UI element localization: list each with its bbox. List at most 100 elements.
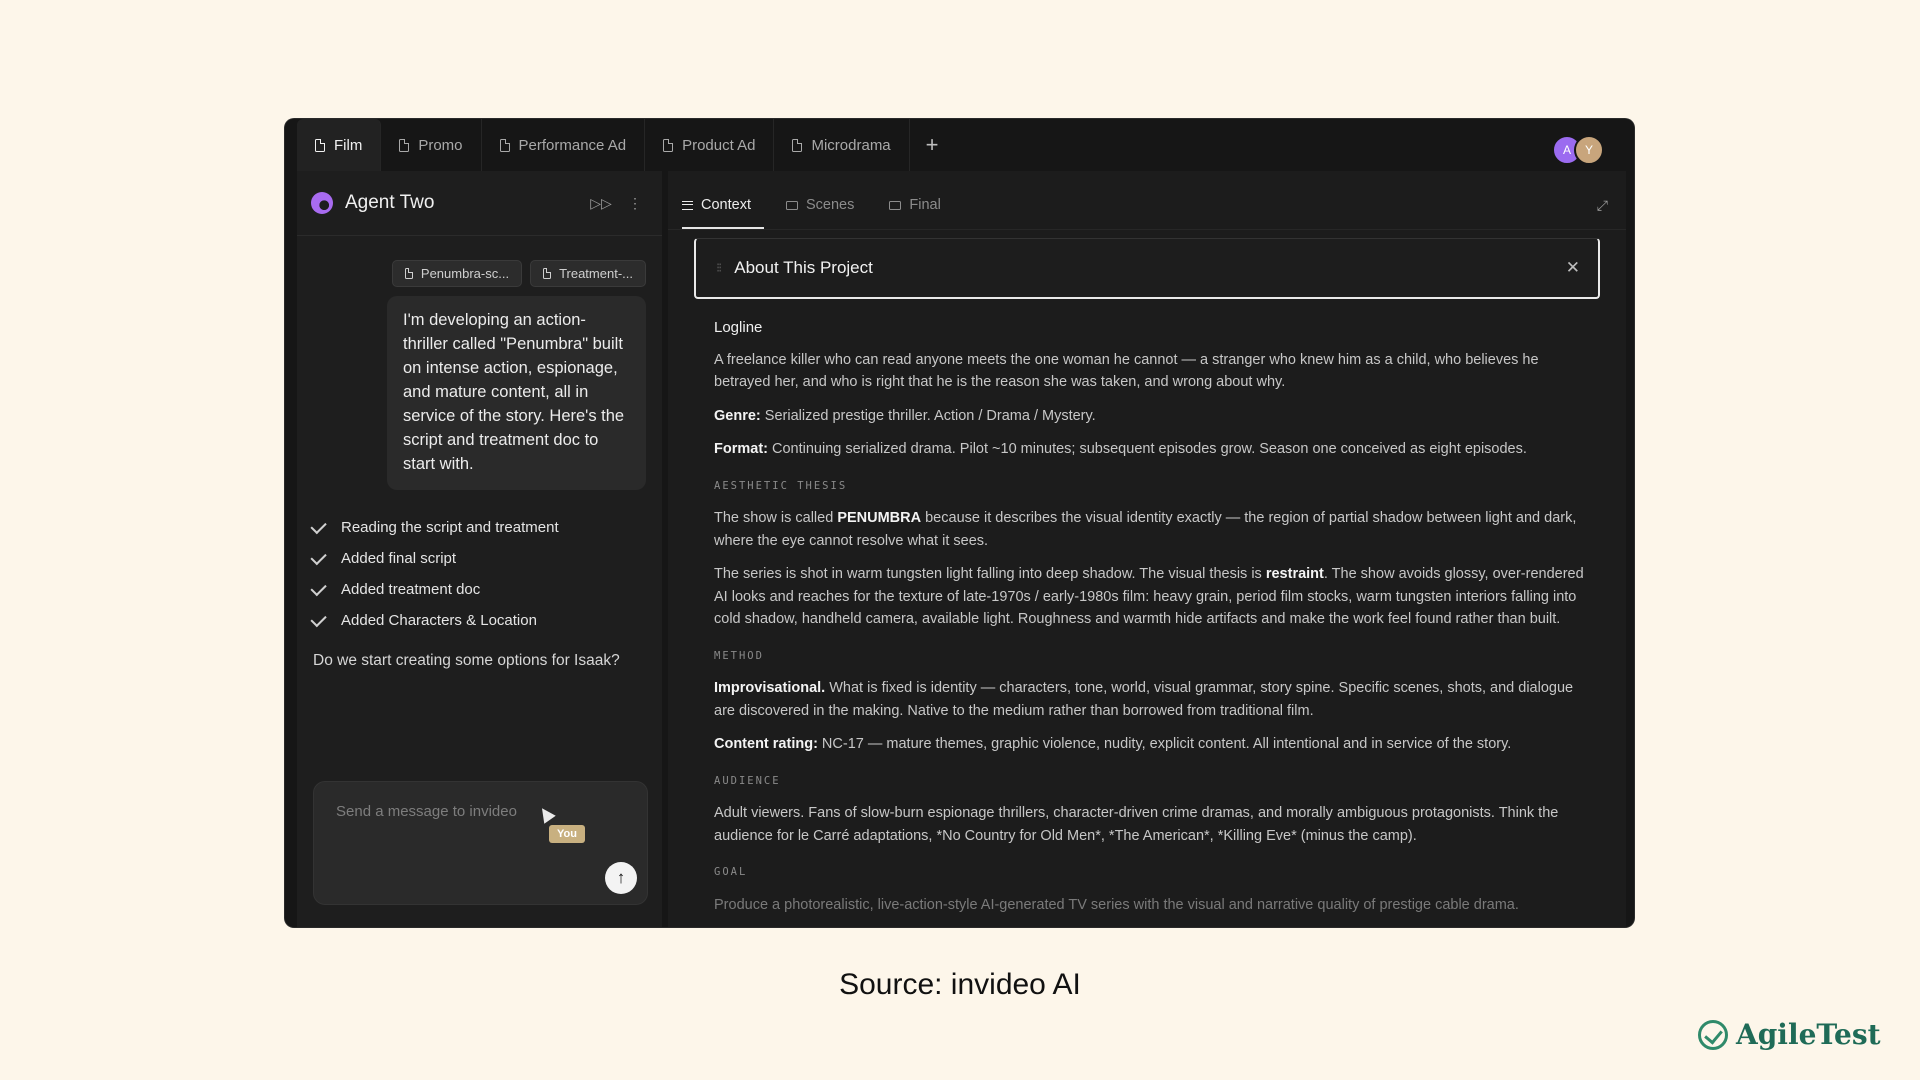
avatar[interactable]: Y — [1574, 135, 1604, 165]
attachment-chip[interactable]: Penumbra-sc... — [391, 260, 523, 287]
format-label: Format: — [714, 441, 768, 457]
attachment-name: Penumbra-sc... — [420, 266, 510, 281]
checkmark-icon — [310, 579, 327, 597]
tab-product-ad[interactable]: Product Ad — [645, 119, 775, 171]
list-item: Added final script — [310, 543, 662, 574]
message-input[interactable] — [334, 802, 558, 821]
context-subtabs: Context Scenes Final ⤢ — [668, 171, 1626, 230]
format-value: Continuing serialized drama. Pilot ~10 m… — [767, 441, 1527, 457]
section-label-goal: GOAL — [714, 866, 748, 878]
checkmark-icon — [310, 548, 327, 566]
genre-value: Serialized prestige thriller. Action / D… — [760, 407, 1096, 424]
goal-paragraph: Produce a photorealistic, live-action-st… — [714, 896, 1519, 913]
document-icon — [404, 268, 413, 279]
document-icon — [792, 138, 803, 152]
agent-panel: Agent Two ▷▷ ⋮ Penumbra-sc... Treatment-… — [297, 171, 662, 927]
attachment-chips: Penumbra-sc... Treatment-... — [297, 236, 662, 287]
audience-paragraph: Adult viewers. Fans of slow-burn espiona… — [714, 805, 1559, 844]
expand-icon[interactable]: ⤢ — [1597, 197, 1608, 214]
agent-name: Agent Two — [345, 192, 435, 213]
tab-performance-ad[interactable]: Performance Ad — [482, 119, 646, 171]
format-line: Format: Continuing serialized drama. Pil… — [714, 438, 1586, 461]
agent-logo-icon — [311, 192, 333, 214]
step-label: Reading the script and treatment — [341, 519, 559, 536]
text-span: What is fixed is identity — characters, … — [714, 680, 1574, 719]
agent-question: Do we start creating some options for Is… — [313, 652, 620, 669]
document-icon — [399, 138, 410, 152]
agent-steps-list: Reading the script and treatment Added f… — [297, 512, 662, 636]
arrow-up-icon: ↑ — [616, 868, 626, 887]
section-label-aesthetic: AESTHETIC THESIS — [714, 479, 848, 492]
user-message-bubble: I'm developing an action-thriller called… — [387, 296, 646, 490]
subtab-label: Scenes — [805, 197, 855, 213]
tab-microdrama[interactable]: Microdrama — [774, 119, 910, 171]
genre-label: Genre: — [714, 407, 761, 424]
cursor-badge: You — [549, 825, 585, 843]
document-icon — [315, 138, 325, 152]
rating-value: NC-17 — mature themes, graphic violence,… — [817, 736, 1512, 752]
aesthetic-paragraph-2: The series is shot in warm tungsten ligh… — [714, 563, 1586, 631]
folder-icon — [785, 200, 798, 210]
tab-label: Product Ad — [682, 136, 756, 154]
lines-icon — [682, 200, 693, 210]
brand-logo: AgileTest — [1698, 1018, 1881, 1051]
section-label-method: METHOD — [714, 649, 764, 662]
attachment-chip[interactable]: Treatment-... — [530, 260, 646, 287]
folder-icon — [889, 200, 902, 210]
project-context-content: Logline A freelance killer who can read … — [668, 299, 1626, 916]
text-span: The series is shot in warm tungsten ligh… — [714, 566, 1266, 582]
tab-label: Performance Ad — [518, 136, 627, 154]
check-circle-icon — [1698, 1019, 1728, 1050]
fast-forward-icon[interactable]: ▷▷ — [588, 195, 614, 212]
top-tab-bar: Film Promo Performance Ad Product Ad Mic… — [285, 119, 1634, 171]
document-icon — [543, 268, 552, 279]
document-icon — [663, 138, 674, 152]
step-label: Added Characters & Location — [341, 612, 537, 629]
document-icon — [499, 138, 510, 152]
source-caption: Source: invideo AI — [839, 968, 1081, 1001]
more-options-icon[interactable]: ⋮ — [622, 195, 648, 212]
list-item: Added treatment doc — [310, 574, 662, 605]
step-label: Added treatment doc — [341, 581, 481, 598]
checkmark-icon — [310, 610, 327, 628]
tab-context[interactable]: Context — [682, 197, 764, 229]
logline-text: A freelance killer who can read anyone m… — [714, 351, 1539, 391]
section-label-audience: AUDIENCE — [714, 774, 781, 787]
tab-promo[interactable]: Promo — [381, 119, 482, 171]
emphasis-text: restraint — [1265, 566, 1324, 582]
tab-scenes[interactable]: Scenes — [785, 197, 867, 229]
collaborator-avatars: A Y — [1552, 135, 1604, 165]
genre-line: Genre: Serialized prestige thriller. Act… — [714, 405, 1586, 428]
list-item: Added Characters & Location — [310, 605, 662, 636]
tab-film[interactable]: Film — [297, 119, 382, 171]
subtab-label: Context — [701, 197, 751, 213]
list-item: Reading the script and treatment — [310, 512, 662, 543]
rating-label: Content rating: — [714, 736, 818, 752]
add-tab-button[interactable]: + — [910, 119, 955, 171]
attachment-name: Treatment-... — [559, 266, 633, 281]
tab-final[interactable]: Final — [889, 197, 953, 229]
tab-label: Film — [334, 136, 363, 154]
tab-label: Promo — [418, 136, 463, 154]
subtab-label: Final — [909, 197, 941, 213]
app-window: Film Promo Performance Ad Product Ad Mic… — [285, 119, 1634, 927]
method-paragraph: Improvisational. What is fixed is identi… — [714, 677, 1586, 722]
about-project-header: ⁝⁝ About This Project ✕ — [694, 238, 1600, 299]
checkmark-icon — [310, 517, 327, 535]
context-panel: Context Scenes Final ⤢ ⁝⁝ About This Pro… — [668, 171, 1626, 927]
agent-header: Agent Two ▷▷ ⋮ — [297, 171, 662, 236]
send-button[interactable]: ↑ — [605, 862, 637, 894]
logline-heading: Logline — [714, 319, 763, 336]
step-label: Added final script — [341, 550, 457, 567]
brand-name: AgileTest — [1736, 1018, 1881, 1051]
message-composer: You ↑ — [313, 781, 648, 905]
card-title: About This Project — [734, 258, 873, 277]
emphasis-text: Improvisational. — [714, 680, 826, 696]
tab-label: Microdrama — [811, 136, 891, 154]
close-icon[interactable]: ✕ — [1566, 258, 1580, 278]
rating-line: Content rating: NC-17 — mature themes, g… — [714, 733, 1586, 756]
drag-handle-icon[interactable]: ⁝⁝ — [716, 260, 722, 276]
aesthetic-paragraph-1: The show is called PENUMBRA because it d… — [714, 507, 1586, 552]
text-span: The show is called — [714, 510, 838, 526]
emphasis-text: PENUMBRA — [837, 510, 922, 526]
